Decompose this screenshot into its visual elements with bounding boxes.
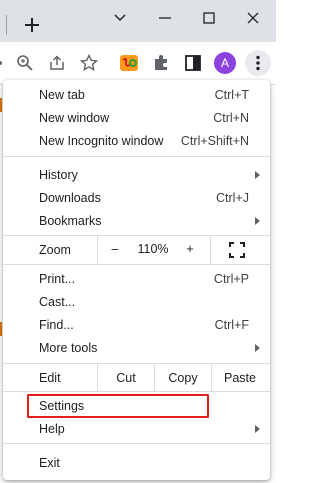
zoom-label: Zoom (39, 243, 71, 257)
submenu-arrow-icon (255, 425, 260, 433)
menu-item-more-tools[interactable]: More tools (3, 337, 270, 359)
menu-item-label: More tools (39, 341, 98, 355)
tab-search-chevron-icon[interactable] (110, 8, 130, 28)
cut-button[interactable]: Cut (98, 367, 154, 389)
menu-item-bookmarks[interactable]: Bookmarks (3, 210, 270, 232)
share-icon[interactable] (47, 53, 67, 73)
menu-separator (3, 443, 270, 444)
menu-item-new-window[interactable]: New window Ctrl+N (3, 107, 270, 129)
settings-highlight-box (27, 394, 209, 418)
zoom-divider (210, 236, 211, 264)
copy-button[interactable]: Copy (155, 367, 211, 389)
menu-item-label: New tab (39, 88, 85, 102)
menu-item-label: New window (39, 111, 110, 125)
menu-item-label: Downloads (39, 191, 101, 205)
close-window-icon[interactable] (243, 8, 263, 28)
menu-item-label: Find... (39, 318, 74, 332)
zoom-out-button[interactable]: – (109, 238, 121, 260)
menu-item-label: History (39, 168, 78, 182)
menu-separator (3, 235, 270, 236)
extensions-puzzle-icon[interactable] (151, 53, 171, 73)
menu-item-label: New Incognito window (39, 134, 164, 148)
menu-item-find[interactable]: Find... Ctrl+F (3, 314, 270, 336)
menu-item-shortcut: Ctrl+T (214, 88, 249, 102)
menu-item-new-tab[interactable]: New tab Ctrl+T (3, 84, 270, 106)
menu-item-shortcut: Ctrl+P (213, 272, 249, 286)
side-panel-icon[interactable] (183, 53, 203, 73)
menu-item-new-incognito-window[interactable]: New Incognito window Ctrl+Shift+N (3, 130, 270, 152)
menu-separator (3, 391, 270, 392)
page-content-mark (0, 322, 2, 336)
menu-item-downloads[interactable]: Downloads Ctrl+J (3, 187, 270, 209)
extension-so-icon[interactable] (119, 53, 139, 73)
chrome-main-menu: New tab Ctrl+T New window Ctrl+N New Inc… (3, 80, 270, 480)
page-content-mark (0, 98, 2, 112)
menu-item-label: Help (39, 422, 65, 436)
zoom-divider (97, 236, 98, 264)
zoom-magnifier-icon[interactable] (15, 53, 35, 73)
menu-item-shortcut: Ctrl+Shift+N (180, 134, 249, 148)
three-dot-menu-icon (256, 55, 260, 71)
fullscreen-icon[interactable] (229, 242, 245, 258)
address-bar-edge-icon (0, 61, 2, 65)
zoom-in-button[interactable]: + (183, 238, 197, 260)
menu-item-exit[interactable]: Exit (3, 452, 270, 474)
menu-item-shortcut: Ctrl+J (216, 191, 249, 205)
menu-separator (3, 264, 270, 265)
zoom-level-value: 110% (137, 242, 169, 256)
paste-button[interactable]: Paste (212, 367, 268, 389)
menu-item-history[interactable]: History (3, 164, 270, 186)
menu-separator (3, 363, 270, 364)
menu-item-shortcut: Ctrl+N (213, 111, 249, 125)
new-tab-plus-icon[interactable] (22, 15, 42, 35)
edit-label: Edit (39, 371, 61, 385)
tab-divider (6, 15, 7, 35)
menu-item-print[interactable]: Print... Ctrl+P (3, 268, 270, 290)
submenu-arrow-icon (255, 171, 260, 179)
minimize-icon[interactable] (155, 8, 175, 28)
submenu-arrow-icon (255, 217, 260, 225)
menu-item-label: Print... (39, 272, 76, 286)
submenu-arrow-icon (255, 344, 260, 352)
menu-item-shortcut: Ctrl+F (214, 318, 249, 332)
profile-avatar[interactable]: A (214, 52, 236, 74)
menu-item-cast[interactable]: Cast... (3, 291, 270, 313)
menu-separator (3, 156, 270, 157)
menu-item-label: Cast... (39, 295, 76, 309)
menu-item-help[interactable]: Help (3, 418, 270, 440)
menu-item-label: Exit (39, 456, 60, 470)
maximize-icon[interactable] (199, 8, 219, 28)
bookmark-star-icon[interactable] (79, 53, 99, 73)
menu-item-label: Bookmarks (39, 214, 102, 228)
